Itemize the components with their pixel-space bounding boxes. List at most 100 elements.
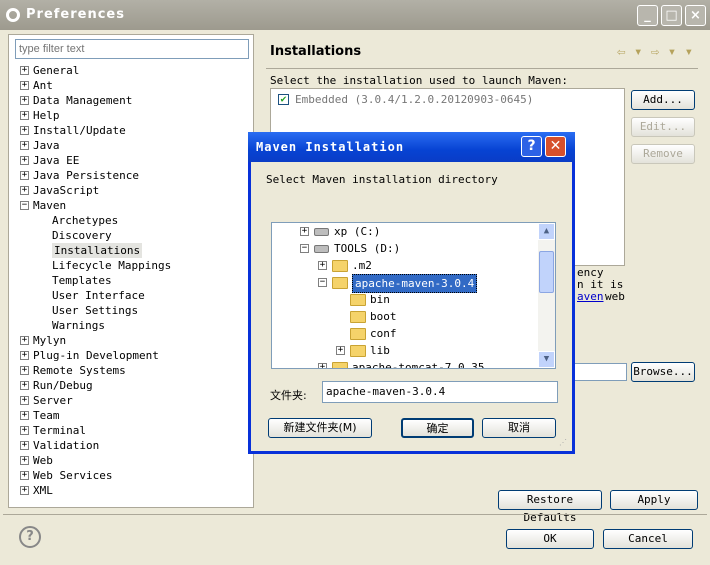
tree-item-label[interactable]: User Interface: [52, 288, 145, 303]
folder-item[interactable]: + .m2: [272, 257, 540, 274]
folder-item[interactable]: + xp (C:): [272, 223, 540, 240]
expand-icon[interactable]: +: [20, 186, 29, 195]
tree-item-label[interactable]: Install/Update: [33, 123, 126, 138]
tree-item-label[interactable]: Web: [33, 453, 53, 468]
expand-icon[interactable]: −: [318, 278, 327, 287]
tree-item-label[interactable]: Java EE: [33, 153, 79, 168]
expand-icon[interactable]: +: [20, 81, 29, 90]
folder-item[interactable]: boot: [272, 308, 540, 325]
tree-item-label[interactable]: User Settings: [52, 303, 138, 318]
tree-item-label[interactable]: Archetypes: [52, 213, 118, 228]
folder-scrollbar[interactable]: ▲ ▼: [538, 223, 555, 368]
folder-item[interactable]: − TOOLS (D:): [272, 240, 540, 257]
maven-link[interactable]: aven: [577, 290, 604, 303]
expand-icon[interactable]: +: [20, 411, 29, 420]
tree-item-label[interactable]: Plug-in Development: [33, 348, 159, 363]
expand-icon[interactable]: +: [20, 456, 29, 465]
expand-icon[interactable]: +: [20, 111, 29, 120]
tree-item-label[interactable]: Team: [33, 408, 60, 423]
folder-input[interactable]: apache-maven-3.0.4: [322, 381, 558, 403]
minimize-button[interactable]: _: [637, 5, 658, 26]
expand-icon[interactable]: +: [20, 126, 29, 135]
tree-item-label[interactable]: Ant: [33, 78, 53, 93]
tree-item-label[interactable]: Templates: [52, 273, 112, 288]
maximize-button[interactable]: □: [661, 5, 682, 26]
expand-icon[interactable]: +: [336, 346, 345, 355]
new-folder-button[interactable]: 新建文件夹(M): [268, 418, 372, 438]
folder-label[interactable]: apache-tomcat-7.0.35: [352, 359, 484, 368]
expand-icon[interactable]: +: [20, 156, 29, 165]
folder-label[interactable]: boot: [370, 308, 397, 325]
scroll-thumb[interactable]: [539, 251, 554, 293]
tree-item-label[interactable]: Terminal: [33, 423, 86, 438]
tree-item-label[interactable]: General: [33, 63, 79, 78]
close-button[interactable]: ×: [685, 5, 706, 26]
tree-item-label[interactable]: Discovery: [52, 228, 112, 243]
dialog-close-button[interactable]: ✕: [545, 136, 566, 157]
apply-button[interactable]: Apply: [610, 490, 698, 510]
expand-icon[interactable]: −: [20, 201, 29, 210]
folder-label[interactable]: lib: [370, 342, 390, 359]
add-button[interactable]: Add...: [631, 90, 695, 110]
expand-icon[interactable]: +: [20, 426, 29, 435]
tree-item-label[interactable]: Java Persistence: [33, 168, 139, 183]
tree-item-label[interactable]: Lifecycle Mappings: [52, 258, 171, 273]
browse-button[interactable]: Browse...: [631, 362, 695, 382]
folder-tree[interactable]: + xp (C:) − TOOLS (D:) + .m2− apache-maven-3.0…: [271, 222, 556, 369]
ok-button[interactable]: OK: [506, 529, 594, 549]
expand-icon[interactable]: +: [300, 227, 309, 236]
nav-back-forward-icons[interactable]: ⇦ ▾ ⇨ ▾ ▾: [617, 44, 693, 60]
tree-item-label[interactable]: Data Management: [33, 93, 132, 108]
folder-label[interactable]: conf: [370, 325, 397, 342]
user-settings-field[interactable]: [574, 363, 627, 381]
tree-item-label[interactable]: Warnings: [52, 318, 105, 333]
dialog-ok-button[interactable]: 确定: [401, 418, 474, 438]
folder-item[interactable]: − apache-maven-3.0.4: [272, 274, 540, 293]
dialog-help-button[interactable]: ?: [521, 136, 542, 157]
folder-label[interactable]: bin: [370, 291, 390, 308]
expand-icon[interactable]: +: [20, 171, 29, 180]
expand-icon[interactable]: +: [20, 96, 29, 105]
expand-icon[interactable]: +: [20, 486, 29, 495]
installation-name[interactable]: Embedded (3.0.4/1.2.0.20120903-0645): [295, 93, 533, 106]
tree-item-label[interactable]: Web Services: [33, 468, 112, 483]
expand-icon[interactable]: +: [20, 366, 29, 375]
expand-icon[interactable]: +: [20, 441, 29, 450]
folder-label[interactable]: .m2: [352, 257, 372, 274]
tree-item-label[interactable]: Server: [33, 393, 73, 408]
scroll-up-icon[interactable]: ▲: [538, 223, 555, 240]
scroll-down-icon[interactable]: ▼: [538, 351, 555, 368]
cancel-button[interactable]: Cancel: [603, 529, 693, 549]
expand-icon[interactable]: +: [20, 336, 29, 345]
tree-item-label[interactable]: Java: [33, 138, 60, 153]
filter-input[interactable]: [15, 39, 249, 59]
expand-icon[interactable]: +: [318, 261, 327, 270]
expand-icon[interactable]: −: [300, 244, 309, 253]
remove-button[interactable]: Remove: [631, 144, 695, 164]
tree-item-label[interactable]: Validation: [33, 438, 99, 453]
tree-item-label[interactable]: Run/Debug: [33, 378, 93, 393]
resize-grip-icon[interactable]: ⋰: [559, 438, 569, 448]
expand-icon[interactable]: +: [20, 351, 29, 360]
edit-button[interactable]: Edit...: [631, 117, 695, 137]
tree-item-label[interactable]: Mylyn: [33, 333, 66, 348]
folder-item[interactable]: + lib: [272, 342, 540, 359]
tree-item-label[interactable]: Remote Systems: [33, 363, 126, 378]
tree-item-label[interactable]: JavaScript: [33, 183, 99, 198]
dialog-cancel-button[interactable]: 取消: [482, 418, 556, 438]
tree-item-label[interactable]: XML: [33, 483, 53, 498]
folder-label[interactable]: xp (C:): [334, 223, 380, 240]
restore-defaults-button[interactable]: Restore Defaults: [498, 490, 602, 524]
folder-item[interactable]: conf: [272, 325, 540, 342]
expand-icon[interactable]: +: [20, 141, 29, 150]
folder-label[interactable]: TOOLS (D:): [334, 240, 400, 257]
tree-item-label[interactable]: Help: [33, 108, 60, 123]
folder-item[interactable]: + apache-tomcat-7.0.35: [272, 359, 540, 368]
help-icon[interactable]: ?: [19, 526, 41, 548]
expand-icon[interactable]: +: [318, 363, 327, 368]
folder-item[interactable]: bin: [272, 291, 540, 308]
tree-item-label[interactable]: Installations: [52, 243, 143, 258]
expand-icon[interactable]: +: [20, 66, 29, 75]
tree-item-label[interactable]: Maven: [33, 198, 66, 213]
installation-checkbox[interactable]: ✔: [278, 94, 289, 105]
